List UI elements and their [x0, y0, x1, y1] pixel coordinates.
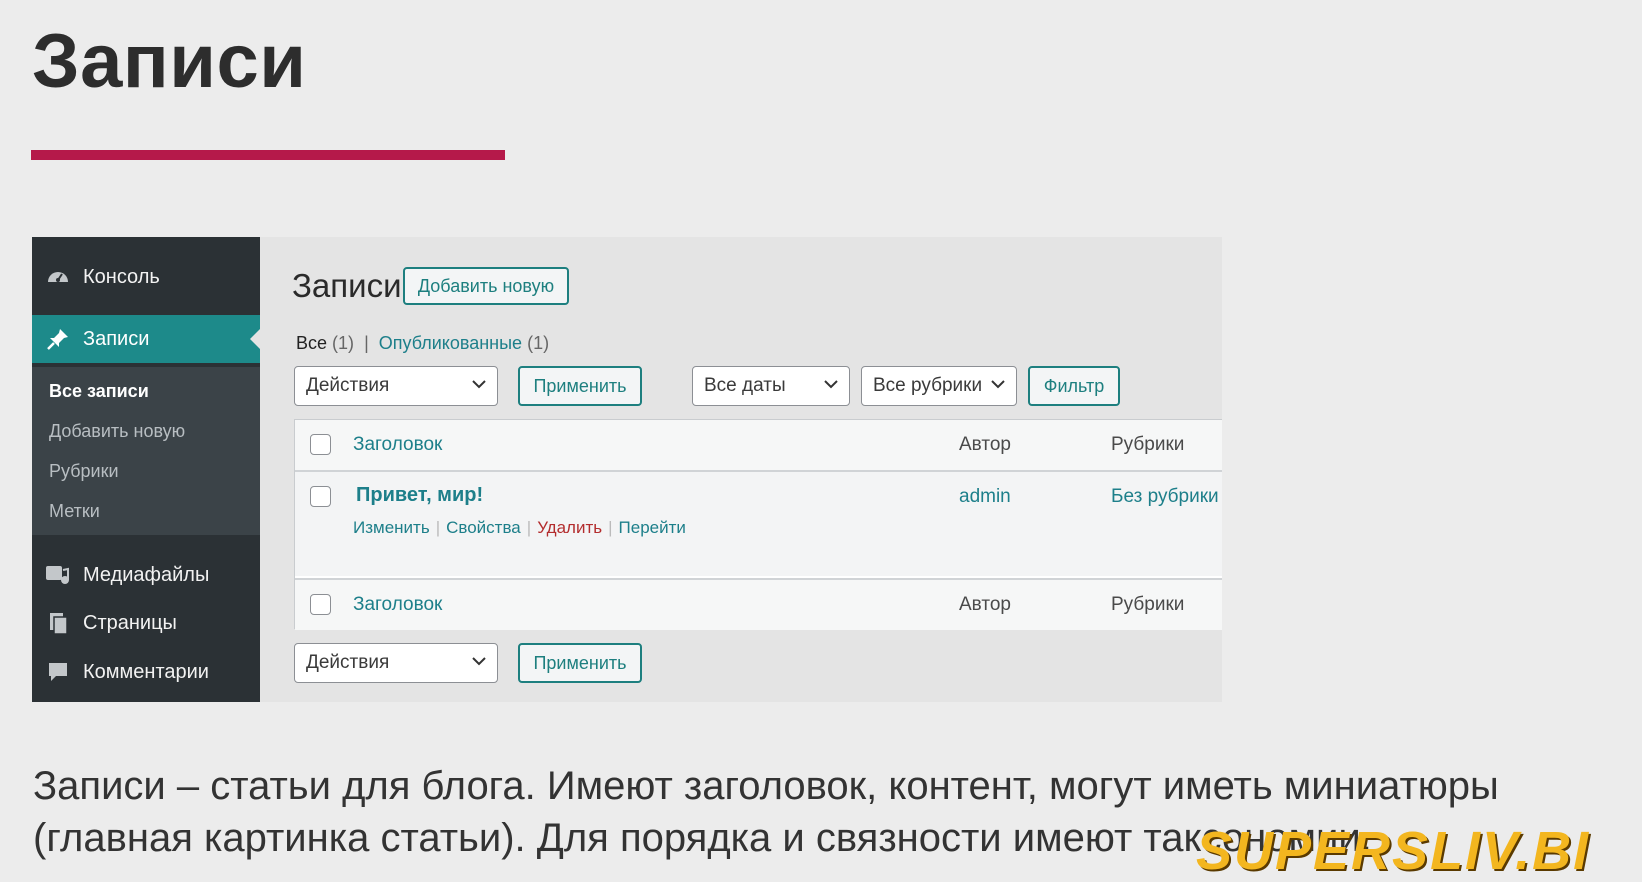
bulk-actions-select-bottom[interactable]: Действия — [294, 643, 498, 683]
posts-table: Заголовок Автор Рубрики Привет, мир! Изм… — [294, 419, 1222, 630]
column-categories-footer: Рубрики — [1111, 594, 1185, 615]
sidebar-item-label: Медиафайлы — [83, 563, 210, 586]
posts-submenu: Все записи Добавить новую Рубрики Метки — [32, 367, 260, 535]
chevron-down-icon — [824, 380, 838, 389]
sidebar-item-label: Записи — [83, 327, 150, 350]
row-actions: Изменить | Свойства | Удалить | Перейти — [353, 518, 686, 537]
add-new-button[interactable]: Добавить новую — [403, 267, 569, 305]
column-title-header[interactable]: Заголовок — [353, 434, 442, 456]
sidebar-item-media[interactable]: Медиафайлы — [32, 551, 260, 599]
quick-edit-link[interactable]: Свойства — [446, 518, 521, 537]
page-heading: Записи — [292, 267, 402, 304]
post-category-link[interactable]: Без рубрики — [1111, 486, 1219, 508]
admin-sidebar: Консоль Записи Все записи Добавить новую… — [32, 237, 260, 702]
date-filter-select[interactable]: Все даты — [692, 366, 850, 406]
table-footer: Заголовок Автор Рубрики — [295, 578, 1222, 630]
post-title-link[interactable]: Привет, мир! — [356, 484, 483, 507]
bulk-actions-value: Действия — [306, 652, 390, 673]
title-underline — [31, 150, 505, 160]
sidebar-item-posts[interactable]: Записи — [32, 315, 260, 363]
date-filter-value: Все даты — [704, 375, 786, 396]
chevron-down-icon — [472, 657, 486, 666]
post-author-link[interactable]: admin — [959, 486, 1011, 508]
sidebar-item-console[interactable]: Консоль — [32, 253, 260, 301]
watermark-logo: SUPERSLIV.BI — [1196, 821, 1591, 881]
posts-main-area: Записи Добавить новую Все (1) | Опублико… — [260, 237, 1222, 702]
sidebar-item-comments[interactable]: Комментарии — [32, 648, 260, 696]
sidebar-item-pages[interactable]: Страницы — [32, 599, 260, 647]
wp-admin-screenshot: Консоль Записи Все записи Добавить новую… — [32, 237, 1222, 702]
category-filter-select[interactable]: Все рубрики — [861, 366, 1017, 406]
apply-button[interactable]: Применить — [518, 366, 642, 406]
sidebar-item-label: Консоль — [83, 265, 160, 288]
views-separator: | — [364, 333, 369, 353]
view-link[interactable]: Перейти — [619, 518, 686, 537]
table-header: Заголовок Автор Рубрики — [295, 420, 1222, 472]
column-categories-header: Рубрики — [1111, 434, 1185, 455]
select-all-checkbox-bottom[interactable] — [310, 594, 331, 615]
sidebar-item-label: Страницы — [83, 611, 177, 634]
row-checkbox[interactable] — [310, 486, 331, 507]
chevron-down-icon — [472, 380, 486, 389]
pages-icon — [45, 610, 71, 636]
category-filter-value: Все рубрики — [873, 375, 983, 396]
view-published-link[interactable]: Опубликованные — [379, 333, 522, 353]
post-status-views: Все (1) | Опубликованные (1) — [296, 333, 549, 354]
submenu-all-posts[interactable]: Все записи — [49, 381, 149, 402]
caption-line-1: Записи – статьи для блога. Имеют заголов… — [33, 764, 1499, 808]
edit-link[interactable]: Изменить — [353, 518, 430, 537]
chevron-down-icon — [991, 380, 1005, 389]
media-icon — [45, 562, 71, 588]
view-all-count: (1) — [332, 333, 355, 353]
bulk-actions-value: Действия — [306, 375, 390, 396]
submenu-categories[interactable]: Рубрики — [49, 461, 119, 482]
submenu-tags[interactable]: Метки — [49, 501, 100, 522]
dashboard-icon — [45, 264, 71, 290]
pin-icon — [45, 326, 71, 352]
submenu-add-new[interactable]: Добавить новую — [49, 421, 185, 442]
view-all-link[interactable]: Все — [296, 333, 327, 353]
column-title-footer[interactable]: Заголовок — [353, 594, 442, 616]
trash-link[interactable]: Удалить — [537, 518, 602, 537]
column-author-footer: Автор — [959, 594, 1011, 615]
view-published-count: (1) — [527, 333, 550, 353]
apply-button-bottom[interactable]: Применить — [518, 643, 642, 683]
sidebar-item-label: Комментарии — [83, 660, 209, 683]
table-row: Привет, мир! Изменить | Свойства | Удалить | П… — [295, 472, 1222, 576]
filter-button[interactable]: Фильтр — [1028, 366, 1120, 406]
bulk-actions-select[interactable]: Действия — [294, 366, 498, 406]
comments-icon — [45, 659, 71, 685]
slide-title: Записи — [32, 19, 307, 104]
select-all-checkbox[interactable] — [310, 434, 331, 455]
column-author-header: Автор — [959, 434, 1011, 455]
